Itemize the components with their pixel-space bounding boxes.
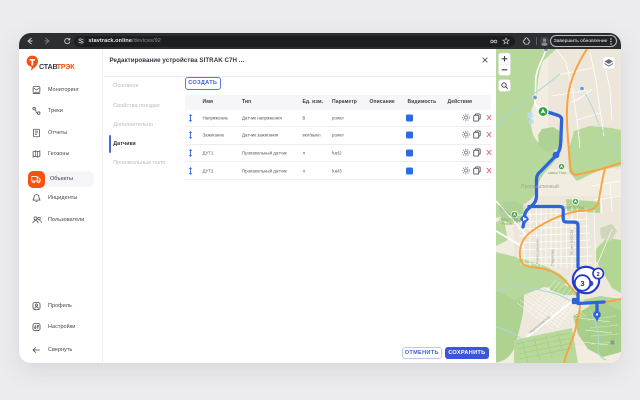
svg-text:сквер Гага...: сквер Гага... bbox=[548, 171, 569, 175]
svg-text:СТАВ: СТАВ bbox=[39, 62, 58, 71]
svg-text:Пирогова: Пирогова bbox=[551, 249, 555, 266]
svg-text:Росси...: Росси... bbox=[502, 222, 516, 226]
svg-text:парк Побед...: парк Побед... bbox=[564, 206, 587, 210]
svg-text:Рокоссовского: Рокоссовского bbox=[536, 239, 540, 264]
svg-text:50 лет ВЛКСМ: 50 лет ВЛКСМ bbox=[570, 230, 574, 255]
svg-text:ТРЭК: ТРЭК bbox=[57, 62, 76, 71]
svg-text:Промышленный: Промышленный bbox=[521, 183, 559, 190]
svg-text:2: 2 bbox=[597, 272, 600, 278]
svg-text:3: 3 bbox=[580, 279, 584, 288]
